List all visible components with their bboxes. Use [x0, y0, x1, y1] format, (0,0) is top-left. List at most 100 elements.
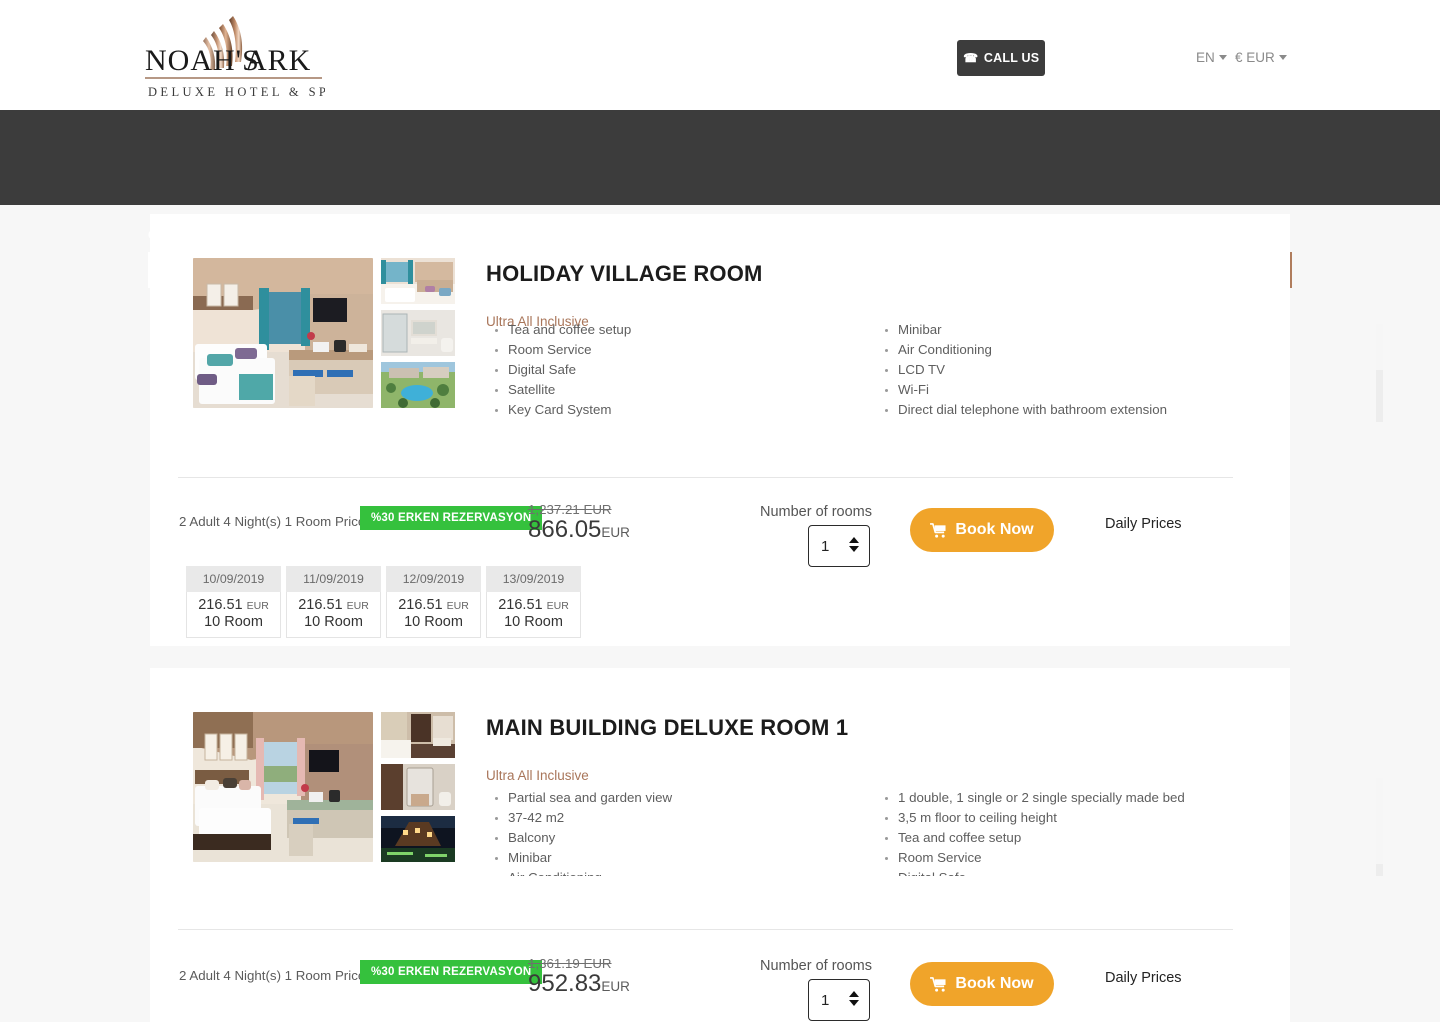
language-selector[interactable]: EN [1196, 50, 1227, 65]
amenity-item: Minibar [508, 850, 866, 866]
room-card-top: MAIN BUILDING DELUXE ROOM 1 Ultra All In… [150, 668, 1383, 876]
amenities-column-left: Partial sea and garden view 37-42 m2 Balco… [486, 790, 866, 876]
amenities-column-left: Tea and coffee setup Room Service Digital … [486, 324, 866, 422]
number-of-rooms-value: 1 [821, 537, 830, 555]
room-thumbnail[interactable] [381, 362, 455, 408]
amenities-scrollbar-thumb[interactable] [1376, 324, 1383, 370]
number-of-rooms-label: Number of rooms [760, 504, 873, 520]
daily-price-date: 12/09/2019 [386, 566, 481, 592]
amenity-item: Satellite [508, 382, 866, 398]
amenities-scrollbar-thumb[interactable] [1376, 778, 1383, 864]
amenity-item: Tea and coffee setup [508, 324, 866, 338]
room-thumbnail[interactable] [381, 258, 455, 304]
room-thumbnails [381, 258, 455, 408]
room-thumbnail[interactable] [381, 310, 455, 356]
svg-text:DELUXE HOTEL & SPA: DELUXE HOTEL & SPA [148, 85, 325, 99]
daily-price-currency: EUR [546, 600, 569, 612]
amenities-column-right: 1 double, 1 single or 2 single specially… [876, 790, 1256, 876]
currency-selector[interactable]: € EUR [1235, 50, 1287, 65]
room-main-photo[interactable] [193, 712, 373, 862]
language-value: EN [1196, 50, 1215, 65]
amenity-item: LCD TV [898, 362, 1256, 378]
daily-price-currency: EUR [446, 600, 469, 612]
amenity-item: Room Service [508, 342, 866, 358]
original-price: 1,361.19 EUR [528, 956, 612, 971]
amenity-item: Balcony [508, 830, 866, 846]
promo-badge: %30 ERKEN REZERVASYON [360, 506, 543, 530]
call-us-label: CALL US [983, 51, 1040, 65]
daily-price-cell: 13/09/2019 216.51 EUR 10 Room [486, 566, 581, 638]
amenities-scrollbar[interactable] [1376, 778, 1383, 876]
amenity-item: Direct dial telephone with bathroom exte… [898, 402, 1256, 418]
cart-icon [930, 522, 946, 538]
daily-price-availability: 10 Room [404, 614, 463, 630]
stepper-arrows[interactable] [849, 537, 859, 552]
chevron-down-icon [1218, 55, 1227, 60]
amenities-scrollbar[interactable] [1376, 324, 1383, 422]
room-main-photo[interactable] [193, 258, 373, 408]
amenity-item: Air Conditioning [508, 870, 866, 876]
number-of-rooms-stepper[interactable]: 1 [808, 979, 870, 1021]
room-gallery [193, 258, 455, 408]
number-of-rooms-stepper[interactable]: 1 [808, 525, 870, 567]
price-currency: EUR [601, 525, 630, 540]
discounted-price: 866.05EUR [528, 516, 630, 544]
cart-icon [930, 976, 946, 992]
room-card: HOLIDAY VILLAGE ROOM Ultra All Inclusive… [150, 214, 1383, 646]
logo-mark: NOAH'S ARK DELUXE HOTEL & SPA [145, 16, 325, 99]
amenity-item: Minibar [898, 324, 1256, 338]
amenity-item: Air Conditioning [898, 342, 1256, 358]
price-currency: EUR [601, 979, 630, 994]
daily-price-amount: 216.51 EUR [198, 597, 269, 613]
amenity-item: Key Card System [508, 402, 866, 418]
phone-icon: ☎ [962, 51, 978, 65]
amenity-item: Digital Safe [508, 362, 866, 378]
room-thumbnails [381, 712, 455, 862]
daily-prices-link[interactable]: Daily Prices [1105, 516, 1182, 532]
number-of-rooms-label: Number of rooms [760, 958, 873, 974]
daily-prices-table: 10/09/2019 216.51 EUR 10 Room 11/09/2019 216… [186, 566, 581, 638]
stepper-arrows[interactable] [849, 991, 859, 1006]
daily-price-date: 13/09/2019 [486, 566, 581, 592]
room-amenities: Partial sea and garden view 37-42 m2 Balco… [486, 778, 1391, 876]
room-thumbnail[interactable] [381, 764, 455, 810]
daily-price-date: 10/09/2019 [186, 566, 281, 592]
amenity-item: Wi-Fi [898, 382, 1256, 398]
room-thumbnail[interactable] [381, 712, 455, 758]
amenity-item: 1 double, 1 single or 2 single specially… [898, 790, 1256, 806]
site-header: NOAH'S ARK DELUXE HOTEL & SPA ☎ CALL US … [0, 0, 1440, 110]
call-us-button[interactable]: ☎ CALL US [957, 40, 1045, 76]
promo-badge: %30 ERKEN REZERVASYON [360, 960, 543, 984]
daily-prices-link[interactable]: Daily Prices [1105, 970, 1182, 986]
amenity-item: 3,5 m floor to ceiling height [898, 810, 1256, 826]
svg-text:ARK: ARK [245, 44, 311, 77]
daily-price-availability: 10 Room [304, 614, 363, 630]
daily-price-currency: EUR [346, 600, 369, 612]
amenity-item: Digital Safe [898, 870, 1256, 876]
book-now-label: Book Now [955, 975, 1034, 992]
daily-price-currency: EUR [246, 600, 269, 612]
daily-price-availability: 10 Room [204, 614, 263, 630]
room-title: HOLIDAY VILLAGE ROOM [486, 261, 763, 286]
price-description: 2 Adult 4 Night(s) 1 Room Price [179, 514, 366, 529]
stepper-down-icon[interactable] [849, 546, 859, 552]
stepper-down-icon[interactable] [849, 1000, 859, 1006]
svg-text:NOAH'S: NOAH'S [145, 44, 260, 77]
discounted-price-value: 866.05 [528, 516, 602, 543]
room-title: MAIN BUILDING DELUXE ROOM 1 [486, 715, 849, 740]
room-gallery [193, 712, 455, 862]
daily-price-availability: 10 Room [504, 614, 563, 630]
stepper-up-icon[interactable] [849, 991, 859, 997]
amenities-column-right: Minibar Air Conditioning LCD TV Wi-Fi Direct… [876, 324, 1256, 422]
daily-price-cell: 10/09/2019 216.51 EUR 10 Room [186, 566, 281, 638]
chevron-down-icon [1278, 55, 1287, 60]
book-now-button[interactable]: Book Now [910, 962, 1054, 1006]
hotel-logo[interactable]: NOAH'S ARK DELUXE HOTEL & SPA [145, 8, 325, 102]
room-thumbnail[interactable] [381, 816, 455, 862]
book-now-button[interactable]: Book Now [910, 508, 1054, 552]
daily-price-body: 216.51 EUR 10 Room [186, 592, 281, 638]
stepper-up-icon[interactable] [849, 537, 859, 543]
room-card-top: HOLIDAY VILLAGE ROOM Ultra All Inclusive… [150, 214, 1383, 422]
currency-value: € EUR [1235, 50, 1275, 65]
booking-search-bar: CHECK IN CHECK OUT ADULT CHILD PROMOTION… [0, 110, 1440, 288]
